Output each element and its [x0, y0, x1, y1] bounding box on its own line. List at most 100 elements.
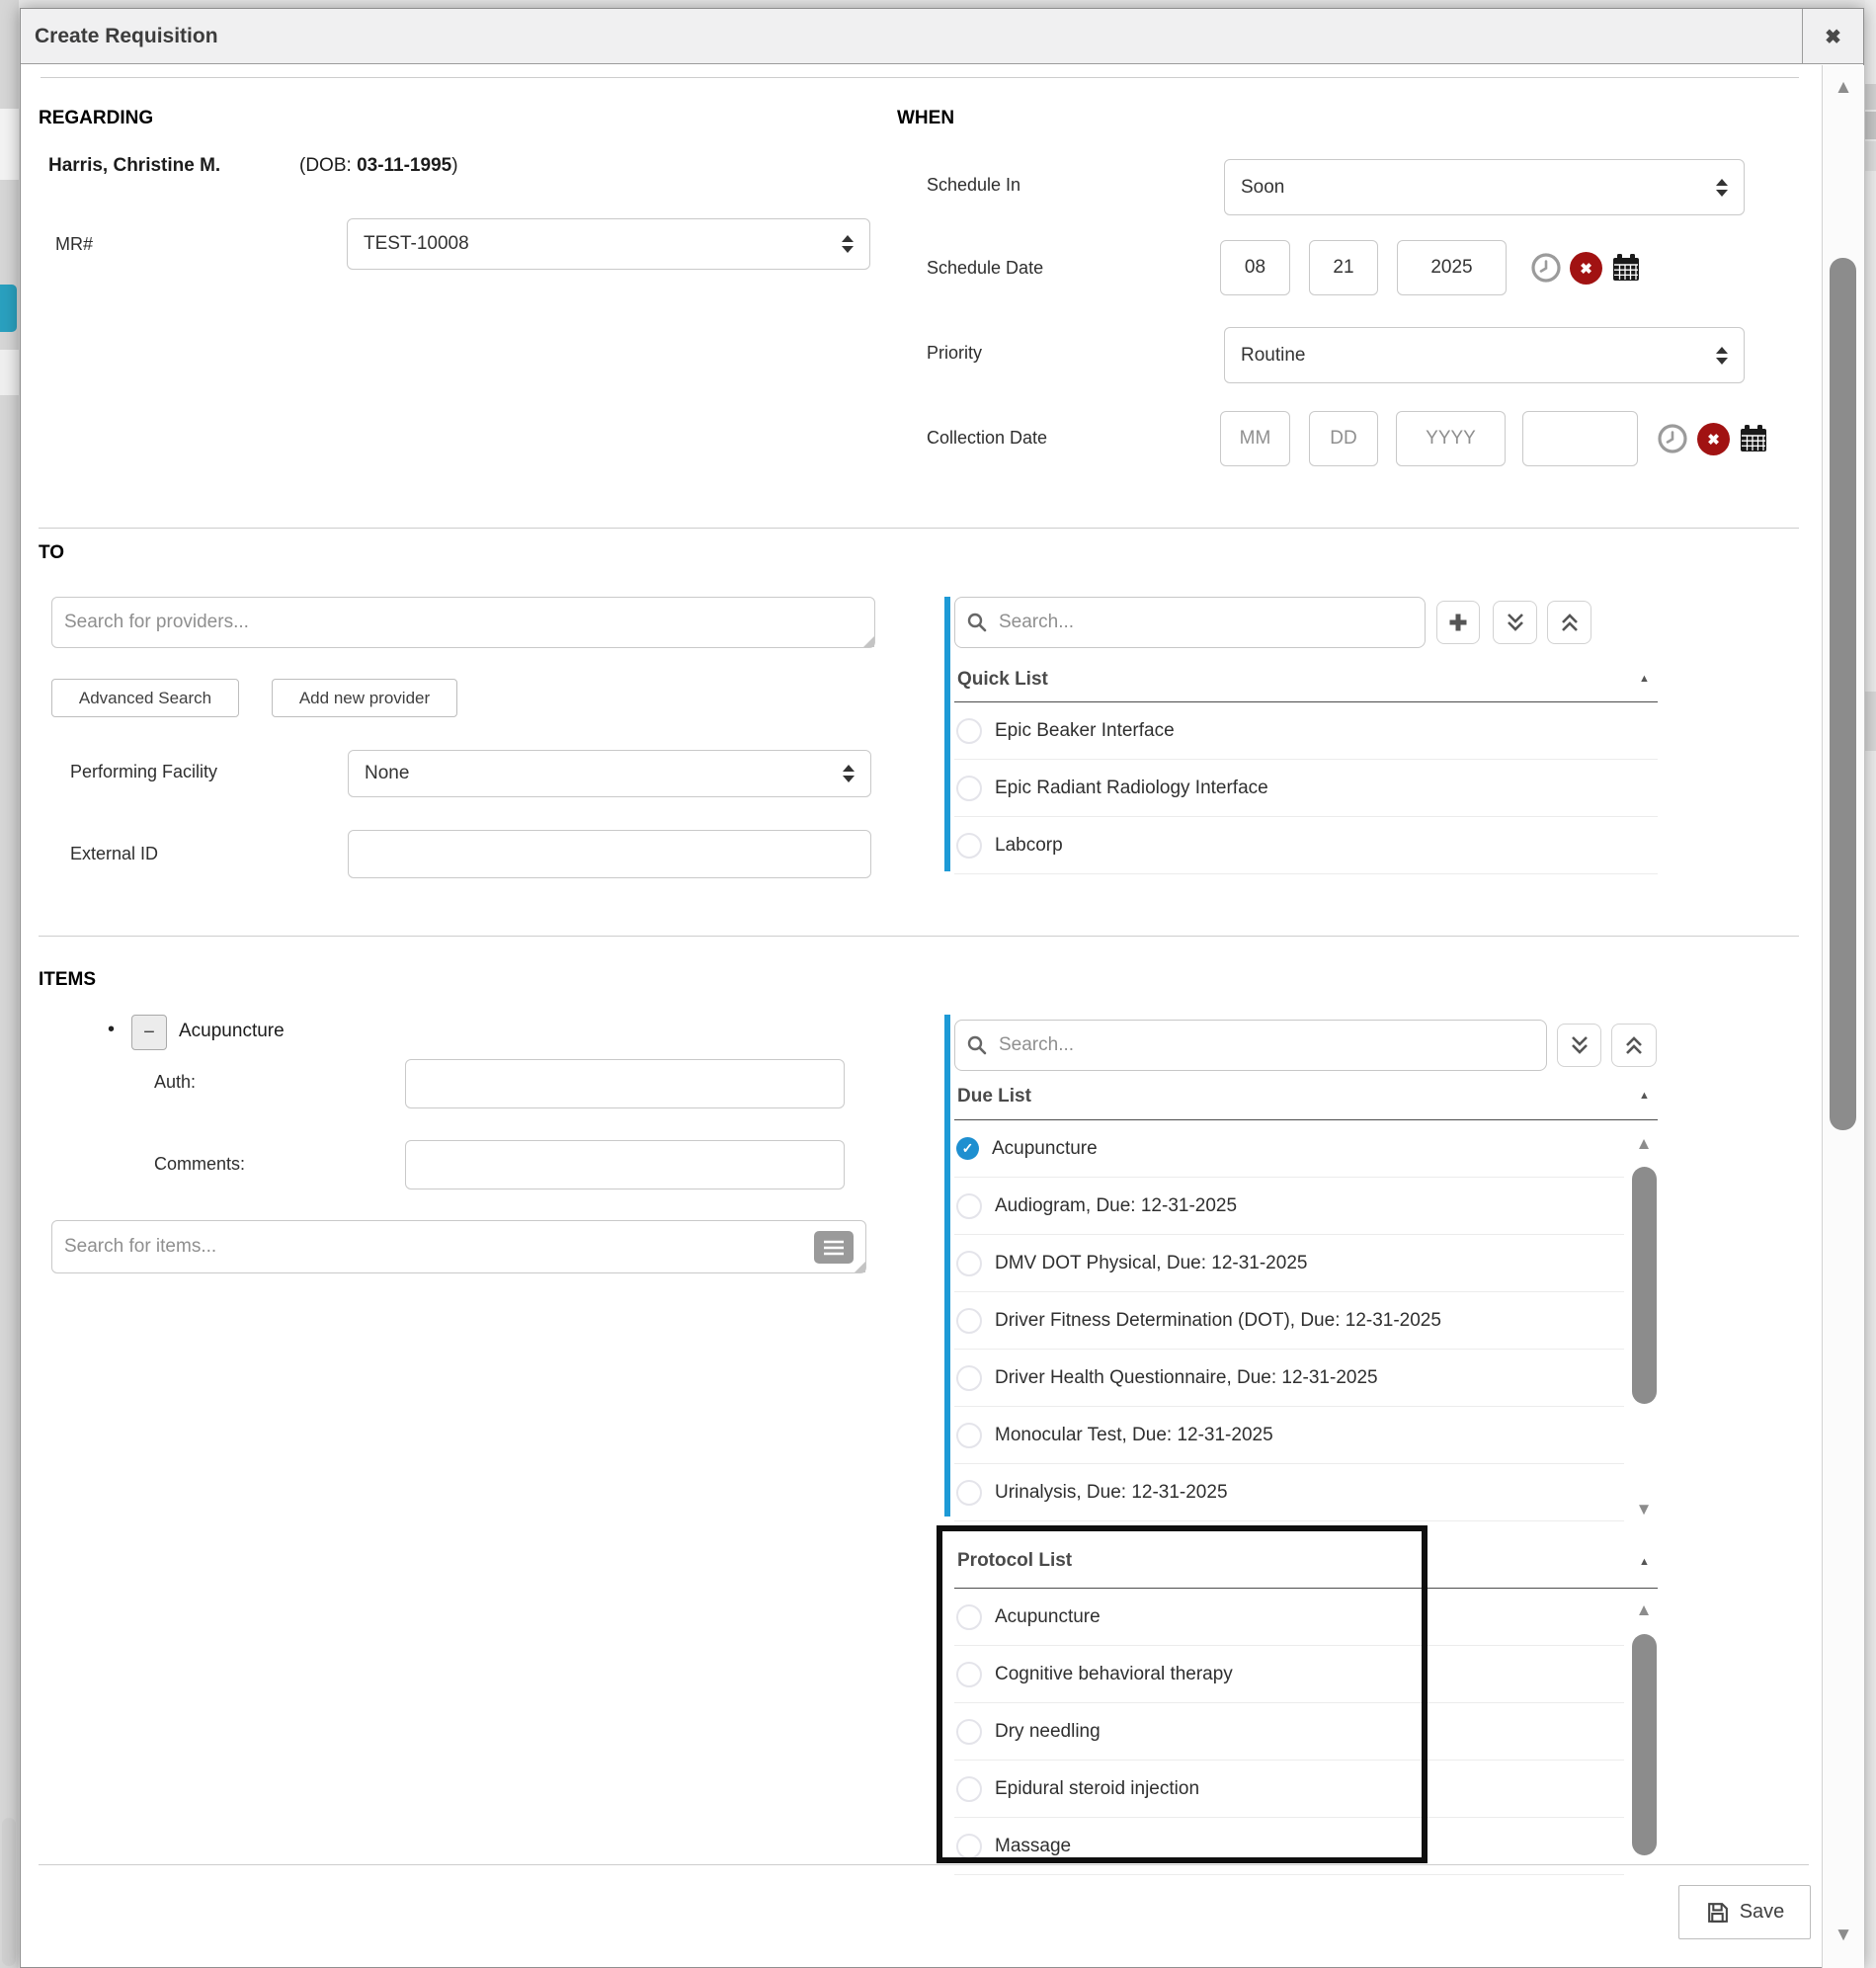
save-button[interactable]: Save	[1678, 1885, 1811, 1939]
protocol-list-scroll-up-icon[interactable]: ▲	[1631, 1601, 1657, 1618]
list-item[interactable]: Driver Health Questionnaire, Due: 12-31-…	[954, 1350, 1624, 1407]
close-button[interactable]: ✖	[1802, 9, 1863, 64]
list-item[interactable]: Epic Beaker Interface	[954, 702, 1658, 760]
dialog-header: Create Requisition ✖	[21, 9, 1863, 64]
auth-label: Auth:	[154, 1072, 196, 1093]
background-tile	[1865, 84, 1876, 110]
list-item[interactable]: Acupuncture	[954, 1589, 1624, 1646]
radio-icon[interactable]	[956, 1423, 982, 1448]
radio-icon[interactable]	[956, 1776, 982, 1802]
schedule-in-select[interactable]: Soon	[1224, 159, 1745, 215]
due-list-accent-bar	[944, 1015, 950, 1517]
radio-icon[interactable]	[956, 1480, 982, 1506]
schedule-time-icon[interactable]	[1530, 252, 1562, 284]
schedule-date-clear-icon[interactable]: ✖	[1570, 252, 1602, 285]
auth-field[interactable]	[405, 1059, 845, 1108]
dialog-scrollbar-thumb[interactable]	[1830, 258, 1856, 1130]
protocol-list-collapse-icon[interactable]: ▲	[1639, 1556, 1650, 1568]
quick-list-expand-all-button[interactable]	[1493, 601, 1537, 644]
list-item-label: DMV DOT Physical, Due: 12-31-2025	[995, 1253, 1307, 1274]
due-list-search-input[interactable]	[997, 1033, 1534, 1057]
dialog-scroll-up-icon[interactable]: ▲	[1831, 78, 1856, 97]
dob-value: 03-11-1995	[357, 155, 451, 176]
select-arrows-icon	[1716, 179, 1728, 197]
list-item[interactable]: Driver Fitness Determination (DOT), Due:…	[954, 1292, 1624, 1350]
due-list-collapse-icon[interactable]: ▲	[1639, 1090, 1650, 1102]
list-item[interactable]: Dry needling	[954, 1703, 1624, 1761]
collection-date-clear-icon[interactable]: ✖	[1697, 423, 1730, 455]
mr-select[interactable]: TEST-10008	[347, 218, 870, 270]
radio-icon[interactable]	[956, 1604, 982, 1630]
collection-date-calendar-icon[interactable]	[1738, 423, 1769, 454]
collection-date-month-field[interactable]	[1220, 411, 1290, 466]
background-tile	[1865, 141, 1876, 171]
select-arrows-icon	[843, 765, 855, 782]
bullet-icon: •	[108, 1019, 115, 1041]
radio-icon[interactable]	[956, 718, 982, 744]
search-icon	[967, 613, 987, 632]
due-list-collapse-all-button[interactable]	[1611, 1024, 1657, 1067]
external-id-label: External ID	[70, 844, 158, 864]
item-list-picker-button[interactable]	[814, 1231, 854, 1264]
quick-list-header: Quick List	[957, 669, 1048, 691]
dialog-scroll-down-icon[interactable]: ▼	[1831, 1926, 1856, 1944]
advanced-search-button[interactable]: Advanced Search	[51, 679, 239, 717]
radio-icon[interactable]	[956, 833, 982, 859]
list-item[interactable]: Epic Radiant Radiology Interface	[954, 760, 1658, 817]
list-item[interactable]: Epidural steroid injection	[954, 1761, 1624, 1818]
collection-date-day-field[interactable]	[1309, 411, 1378, 466]
list-item[interactable]: Labcorp	[954, 817, 1658, 874]
radio-icon[interactable]	[956, 1251, 982, 1276]
provider-search-input[interactable]	[51, 597, 875, 648]
radio-icon[interactable]	[956, 1193, 982, 1219]
schedule-date-day-field[interactable]	[1309, 240, 1378, 295]
schedule-date-calendar-icon[interactable]	[1610, 252, 1642, 284]
list-item[interactable]: DMV DOT Physical, Due: 12-31-2025	[954, 1235, 1624, 1292]
remove-item-button[interactable]: −	[131, 1015, 167, 1050]
collection-time-field[interactable]	[1522, 411, 1638, 466]
collection-time-icon[interactable]	[1657, 423, 1688, 454]
list-item[interactable]: Urinalysis, Due: 12-31-2025	[954, 1464, 1624, 1521]
performing-facility-label: Performing Facility	[70, 762, 217, 782]
protocol-list-scrollbar-thumb[interactable]	[1632, 1634, 1657, 1855]
priority-select[interactable]: Routine	[1224, 327, 1745, 383]
schedule-date-year-field[interactable]	[1397, 240, 1507, 295]
radio-icon[interactable]	[956, 1308, 982, 1334]
radio-icon[interactable]	[956, 776, 982, 801]
list-item[interactable]: Cognitive behavioral therapy	[954, 1646, 1624, 1703]
list-item[interactable]: ✓Acupuncture	[954, 1120, 1624, 1178]
schedule-date-month-field[interactable]	[1220, 240, 1290, 295]
divider	[41, 77, 1799, 78]
quick-list-search-input[interactable]	[997, 611, 1413, 634]
add-to-quick-list-button[interactable]	[1436, 601, 1480, 644]
performing-facility-select[interactable]: None	[348, 750, 871, 797]
radio-icon[interactable]	[956, 1719, 982, 1745]
search-icon	[967, 1035, 987, 1055]
divider	[39, 528, 1799, 529]
radio-icon[interactable]	[956, 1365, 982, 1391]
protocol-list: AcupunctureCognitive behavioral therapyD…	[954, 1589, 1624, 1875]
quick-list-collapse-icon[interactable]: ▲	[1639, 673, 1650, 685]
list-item[interactable]: Monocular Test, Due: 12-31-2025	[954, 1407, 1624, 1464]
external-id-field[interactable]	[348, 830, 871, 878]
radio-icon[interactable]	[956, 1662, 982, 1687]
due-list-scroll-up-icon[interactable]: ▲	[1631, 1135, 1657, 1152]
patient-name: Harris, Christine M.	[48, 155, 220, 177]
due-list-scrollbar-thumb[interactable]	[1632, 1167, 1657, 1404]
collection-date-year-field[interactable]	[1396, 411, 1506, 466]
quick-list-collapse-all-button[interactable]	[1547, 601, 1591, 644]
add-new-provider-button[interactable]: Add new provider	[272, 679, 457, 717]
list-item-label: Driver Health Questionnaire, Due: 12-31-…	[995, 1367, 1378, 1389]
due-list-expand-all-button[interactable]	[1557, 1024, 1601, 1067]
dialog-title: Create Requisition	[35, 9, 218, 64]
radio-icon[interactable]	[956, 1834, 982, 1859]
selected-check-icon[interactable]: ✓	[956, 1137, 979, 1160]
due-list-scroll-down-icon[interactable]: ▼	[1631, 1501, 1657, 1517]
list-item[interactable]: Audiogram, Due: 12-31-2025	[954, 1178, 1624, 1235]
list-item[interactable]: Massage	[954, 1818, 1624, 1875]
resize-handle-icon[interactable]	[855, 1262, 865, 1272]
comments-field[interactable]	[405, 1140, 845, 1189]
quick-list-accent-bar	[944, 597, 950, 871]
resize-handle-icon[interactable]	[863, 636, 874, 647]
item-search-input[interactable]	[51, 1220, 866, 1273]
